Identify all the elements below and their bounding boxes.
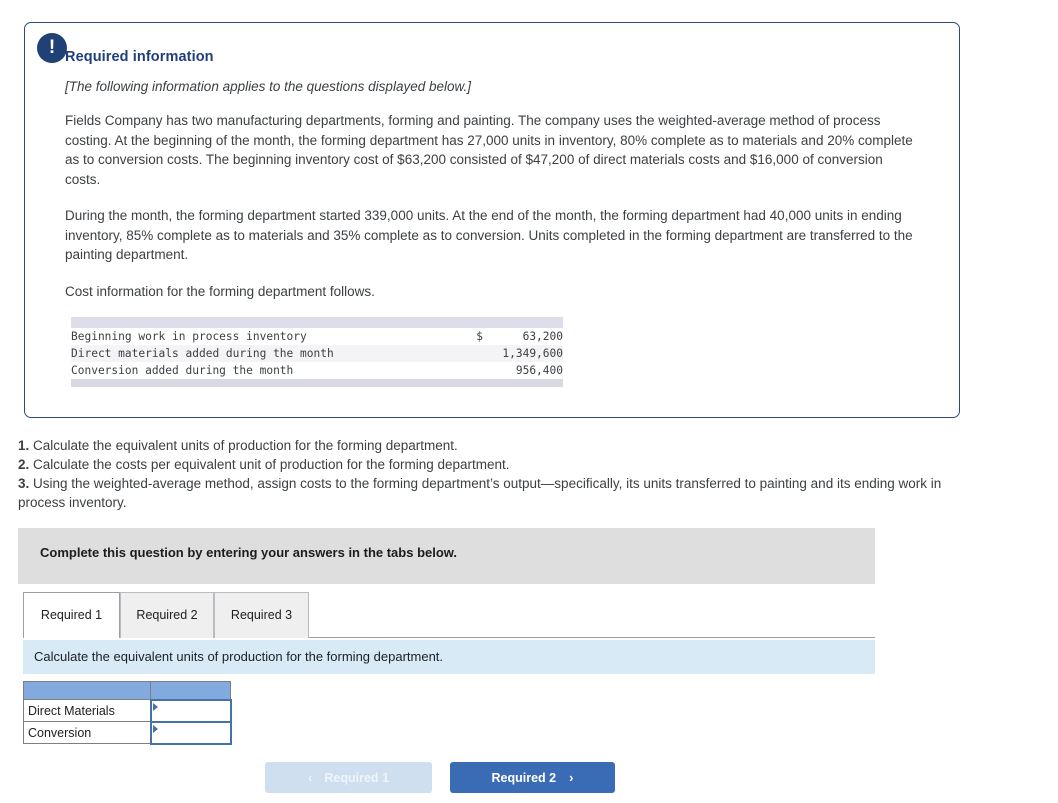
band-cell-currency — [453, 317, 483, 328]
band-cell-amount — [483, 379, 563, 387]
problem-paragraph-1: Fields Company has two manufacturing dep… — [65, 113, 913, 187]
table-row: Conversion added during the month 956,40… — [71, 362, 563, 379]
complete-question-text: Complete this question by entering your … — [40, 545, 458, 560]
answer-entry-table: Direct Materials Conversion — [23, 681, 232, 745]
band-cell-currency — [453, 379, 483, 387]
requirement-item-1: 1. Calculate the equivalent units of pro… — [18, 436, 968, 455]
requirement-number: 1. — [18, 438, 30, 453]
next-required-button[interactable]: Required 2 › — [450, 762, 615, 793]
tab-required-3[interactable]: Required 3 — [214, 592, 309, 638]
cost-row-amount: 956,400 — [515, 364, 563, 377]
requirement-number: 3. — [18, 476, 30, 491]
cost-row-currency — [453, 345, 483, 362]
requirement-text: Using the weighted-average method, assig… — [18, 476, 942, 510]
answer-input-conversion[interactable] — [149, 720, 232, 745]
tab-instruction-text: Calculate the equivalent units of produc… — [34, 649, 444, 664]
chevron-right-icon: › — [569, 770, 574, 785]
answer-header-value — [150, 681, 231, 700]
band-cell-label — [71, 379, 453, 387]
tab-required-2[interactable]: Required 2 — [120, 592, 214, 638]
problem-paragraph-2: During the month, the forming department… — [65, 208, 913, 262]
cost-table-body: Beginning work in process inventory $ 63… — [71, 317, 563, 387]
cost-row-label: Direct materials added during the month — [71, 345, 453, 362]
chevron-left-icon: ‹ — [308, 770, 313, 785]
cost-row-amount: 1,349,600 — [483, 345, 563, 362]
cost-table-header-band — [71, 317, 563, 328]
cost-row-label: Conversion added during the month — [71, 364, 294, 377]
table-row: Conversion — [23, 720, 232, 745]
applies-note: [The following information applies to th… — [65, 79, 471, 94]
panel-title: Required information — [65, 49, 214, 65]
tab-instruction-bar: Calculate the equivalent units of produc… — [23, 640, 875, 674]
band-cell-amount — [483, 317, 563, 328]
cost-information-table: Beginning work in process inventory $ 63… — [71, 317, 563, 387]
requirement-tabs: Required 1 Required 2 Required 3 — [23, 592, 875, 639]
answer-row-label-direct-materials: Direct Materials — [23, 699, 151, 722]
cell-marker-icon — [152, 702, 158, 711]
table-row: Beginning work in process inventory $ 63… — [71, 328, 563, 345]
answer-input-direct-materials[interactable] — [149, 698, 232, 723]
previous-required-label: Required 1 — [324, 770, 389, 785]
cost-table-footer-band — [71, 379, 563, 387]
requirement-item-3: 3. Using the weighted-average method, as… — [18, 474, 968, 512]
cell-marker-icon — [152, 724, 158, 733]
answer-table-header-row — [23, 681, 231, 700]
requirement-number: 2. — [18, 457, 30, 472]
tab-required-1[interactable]: Required 1 — [23, 592, 120, 638]
problem-paragraph-3: Cost information for the forming departm… — [65, 283, 375, 299]
answer-header-label — [23, 681, 151, 700]
band-cell-label — [71, 317, 453, 328]
table-row: Direct Materials — [23, 698, 232, 723]
next-required-label: Required 2 — [491, 770, 557, 785]
active-tab-underlay — [24, 636, 119, 639]
cost-row-currency — [453, 362, 483, 379]
previous-required-button[interactable]: ‹ Required 1 — [265, 762, 432, 793]
required-information-panel: ! Required information [The following in… — [24, 22, 960, 418]
table-row: Direct materials added during the month … — [71, 345, 563, 362]
requirement-text: Calculate the costs per equivalent unit … — [29, 457, 510, 472]
complete-question-bar: Complete this question by entering your … — [18, 528, 875, 584]
cost-row-currency: $ — [476, 330, 483, 343]
cost-row-amount: 63,200 — [522, 330, 563, 343]
requirement-text: Calculate the equivalent units of produc… — [29, 438, 458, 453]
requirement-item-2: 2. Calculate the costs per equivalent un… — [18, 455, 968, 474]
exclamation-icon: ! — [37, 33, 67, 63]
requirements-list: 1. Calculate the equivalent units of pro… — [18, 436, 968, 512]
answer-row-label-conversion: Conversion — [23, 721, 151, 744]
answer-table-body: Direct Materials Conversion — [23, 681, 232, 745]
cost-row-label: Beginning work in process inventory — [71, 330, 307, 343]
panel-content: Required information [The following info… — [25, 23, 959, 387]
